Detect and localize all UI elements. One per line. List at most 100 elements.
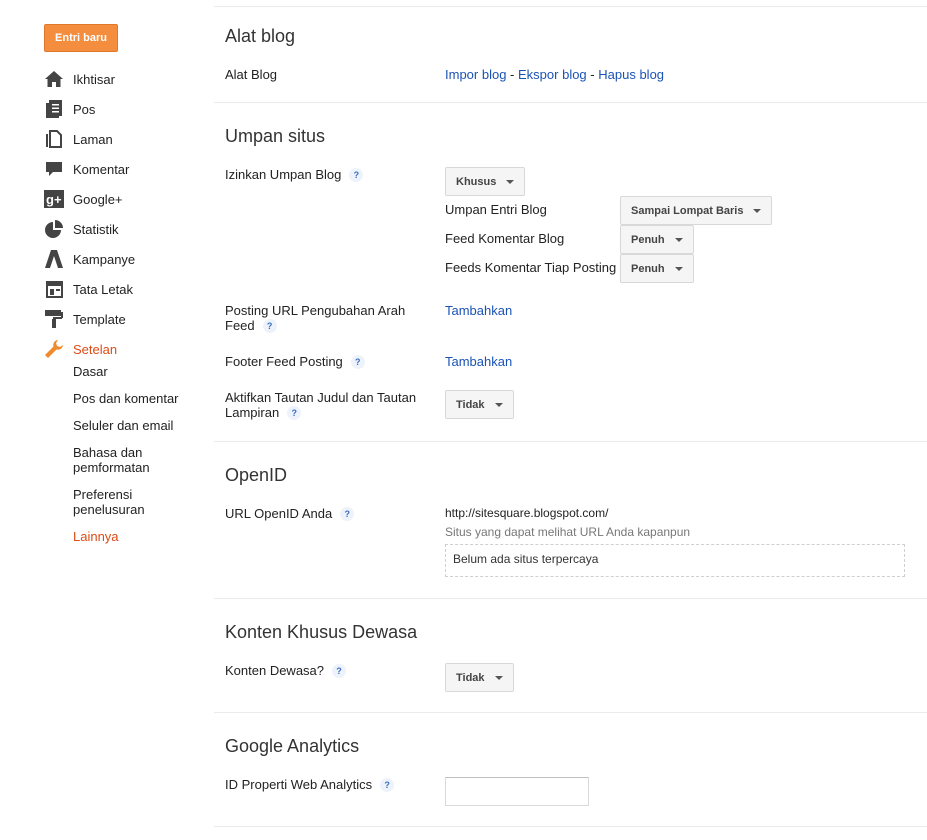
- openid-note: Situs yang dapat melihat URL Anda kapanp…: [445, 525, 691, 539]
- sidebar-item-label: Google+: [73, 191, 123, 207]
- sidebar-item-label: Komentar: [73, 161, 130, 177]
- separator: -: [590, 67, 595, 82]
- sidebar-item-label: Laman: [73, 131, 113, 147]
- help-icon[interactable]: ?: [262, 319, 277, 333]
- dropdown-value: Tidak: [456, 671, 485, 684]
- dropdown-value: Khusus: [456, 175, 497, 188]
- per-post-feed-label: Feeds Komentar Tiap Posting: [445, 260, 617, 275]
- chevron-down-icon: [753, 208, 762, 213]
- help-icon[interactable]: ?: [350, 355, 365, 369]
- footer-feed-label: Footer Feed Posting?: [225, 354, 365, 369]
- comment-feed-dropdown[interactable]: Penuh: [620, 225, 694, 254]
- google-plus-icon: g+: [44, 189, 64, 209]
- delete-blog-link[interactable]: Hapus blog: [598, 67, 664, 82]
- export-blog-link[interactable]: Ekspor blog: [518, 67, 587, 82]
- sidebar-item-stats[interactable]: Statistik: [44, 214, 135, 244]
- allow-feed-text: Izinkan Umpan Blog: [225, 167, 342, 182]
- wrench-icon: [44, 339, 64, 359]
- dropdown-value: Penuh: [631, 262, 665, 275]
- pages-icon: [44, 129, 64, 149]
- footer-feed-text: Footer Feed Posting: [225, 354, 343, 369]
- sidebar-item-comments[interactable]: Komentar: [44, 154, 135, 184]
- settings-subnav: Dasar Pos dan komentar Seluler dan email…: [73, 364, 193, 556]
- enclosure-links-label: Aktifkan Tautan Judul dan Tautan Lampira…: [225, 390, 430, 420]
- section-adult-content: Konten Khusus Dewasa Konten Dewasa?? Tid…: [214, 599, 927, 713]
- section-title: Alat blog: [225, 26, 296, 46]
- sidebar-item-label: Pos: [73, 101, 96, 117]
- sidebar-item-label: Kampanye: [73, 251, 136, 267]
- sidebar-item-label: Template: [73, 311, 126, 327]
- per-post-feed-dropdown[interactable]: Penuh: [620, 254, 694, 283]
- subnav-basic[interactable]: Dasar: [73, 364, 193, 379]
- help-icon[interactable]: ?: [340, 507, 355, 521]
- new-post-button[interactable]: Entri baru: [44, 24, 118, 52]
- subnav-mobile-email[interactable]: Seluler dan email: [73, 418, 193, 433]
- sidebar: Entri baru Ikhtisar Pos Laman Komentar g…: [0, 0, 214, 840]
- layout-icon: [44, 279, 64, 299]
- sidebar-item-layout[interactable]: Tata Letak: [44, 274, 135, 304]
- openid-url-value: http://sitesquare.blogspot.com/: [445, 506, 609, 520]
- analytics-id-label: ID Properti Web Analytics?: [225, 777, 395, 792]
- subnav-search-preferences[interactable]: Preferensi penelusuran: [73, 487, 193, 517]
- help-icon[interactable]: ?: [380, 778, 395, 792]
- section-site-feed: Umpan situs Izinkan Umpan Blog? Khusus U…: [214, 103, 927, 442]
- footer-feed-add-link[interactable]: Tambahkan: [445, 354, 512, 369]
- chevron-down-icon: [674, 237, 683, 242]
- sidebar-item-google-plus[interactable]: g+ Google+: [44, 184, 135, 214]
- chevron-down-icon: [494, 675, 503, 680]
- section-title: Umpan situs: [225, 126, 326, 146]
- trusted-sites-text: Belum ada situs terpercaya: [453, 552, 599, 566]
- allow-feed-dropdown[interactable]: Khusus: [445, 167, 526, 196]
- chevron-down-icon: [506, 179, 515, 184]
- help-icon[interactable]: ?: [287, 406, 302, 420]
- comments-icon: [44, 159, 64, 179]
- sidebar-item-pages[interactable]: Laman: [44, 124, 135, 154]
- import-blog-link[interactable]: Impor blog: [445, 67, 506, 82]
- section-title: Google Analytics: [225, 736, 360, 756]
- dropdown-value: Tidak: [456, 398, 485, 411]
- blog-tools-links: Impor blog - Ekspor blog - Hapus blog: [445, 67, 664, 82]
- subnav-language-formatting[interactable]: Bahasa dan pemformatan: [73, 445, 193, 475]
- openid-url-text: URL OpenID Anda: [225, 506, 333, 521]
- home-icon: [44, 69, 64, 89]
- allow-feed-label: Izinkan Umpan Blog?: [225, 167, 364, 182]
- analytics-id-text: ID Properti Web Analytics: [225, 777, 373, 792]
- sidebar-item-overview[interactable]: Ikhtisar: [44, 64, 135, 94]
- section-blog-tools: Alat blog Alat Blog Impor blog - Ekspor …: [214, 6, 927, 103]
- post-feed-dropdown[interactable]: Sampai Lompat Baris: [620, 196, 773, 225]
- enclosure-links-dropdown[interactable]: Tidak: [445, 390, 514, 419]
- sidebar-item-label: Tata Letak: [73, 281, 133, 297]
- posts-icon: [44, 99, 64, 119]
- adult-content-dropdown[interactable]: Tidak: [445, 663, 514, 692]
- redirect-feed-add-link[interactable]: Tambahkan: [445, 303, 512, 318]
- stats-icon: [44, 219, 64, 239]
- help-icon[interactable]: ?: [349, 168, 364, 182]
- trusted-sites-box: Belum ada situs terpercaya: [445, 544, 905, 577]
- campaign-icon: [44, 249, 64, 269]
- sidebar-item-settings[interactable]: Setelan: [44, 334, 135, 364]
- subnav-other[interactable]: Lainnya: [73, 529, 193, 544]
- section-title: Konten Khusus Dewasa: [225, 622, 418, 642]
- section-title: OpenID: [225, 465, 288, 485]
- help-icon[interactable]: ?: [332, 664, 347, 678]
- chevron-down-icon: [494, 402, 503, 407]
- redirect-feed-text: Posting URL Pengubahan Arah Feed: [225, 303, 406, 333]
- section-google-analytics: Google Analytics ID Properti Web Analyti…: [214, 713, 927, 827]
- comment-feed-label: Feed Komentar Blog: [445, 231, 565, 246]
- subnav-posts-comments[interactable]: Pos dan komentar: [73, 391, 193, 406]
- redirect-feed-label: Posting URL Pengubahan Arah Feed?: [225, 303, 425, 333]
- template-icon: [44, 309, 64, 329]
- blog-tools-label: Alat Blog: [225, 67, 278, 82]
- sidebar-item-label: Ikhtisar: [73, 71, 115, 87]
- sidebar-item-campaigns[interactable]: Kampanye: [44, 244, 135, 274]
- dropdown-value: Penuh: [631, 233, 665, 246]
- dropdown-value: Sampai Lompat Baris: [631, 204, 744, 217]
- analytics-id-input[interactable]: [445, 777, 589, 806]
- svg-text:g+: g+: [46, 192, 62, 207]
- sidebar-nav: Ikhtisar Pos Laman Komentar g+ Google+ S…: [44, 64, 135, 364]
- sidebar-item-posts[interactable]: Pos: [44, 94, 135, 124]
- sidebar-item-template[interactable]: Template: [44, 304, 135, 334]
- openid-url-label: URL OpenID Anda?: [225, 506, 355, 521]
- separator: -: [510, 67, 515, 82]
- post-feed-label: Umpan Entri Blog: [445, 202, 547, 217]
